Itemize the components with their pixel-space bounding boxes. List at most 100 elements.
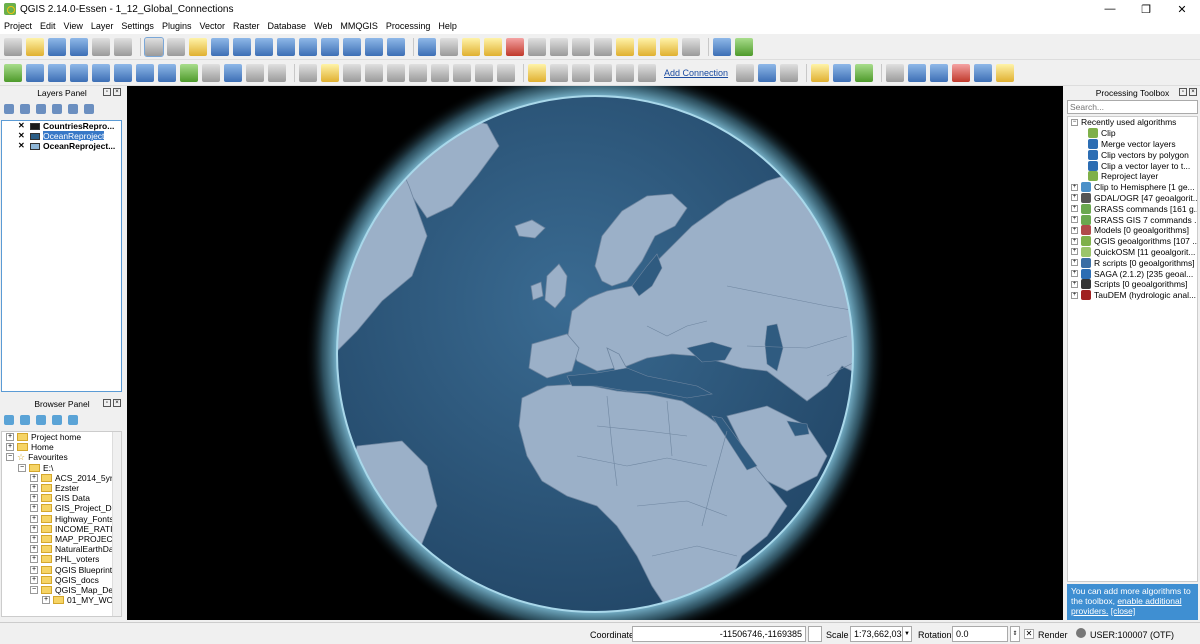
browser-item[interactable]: + ACS_2014_5yr <box>2 473 121 483</box>
gps-icon[interactable] <box>758 63 777 82</box>
expand-icon[interactable]: + <box>30 494 38 503</box>
browser-item[interactable]: + Ezster <box>2 483 121 493</box>
layer-row[interactable]: ✕ CountriesRepro... <box>2 121 121 131</box>
new-bookmark-icon[interactable] <box>638 37 656 56</box>
add-connection-link[interactable]: Add Connection <box>664 68 728 78</box>
expand-icon[interactable]: + <box>30 473 38 482</box>
add-wfs-layer-icon[interactable] <box>180 63 198 82</box>
filter-browser-icon[interactable] <box>36 415 46 425</box>
menu-edit[interactable]: Edit <box>40 21 56 31</box>
layer-visibility-checkbox[interactable]: ✕ <box>18 132 26 140</box>
close-info-link[interactable]: [close] <box>1111 606 1136 616</box>
browser-item[interactable]: + GIS Data <box>2 493 121 503</box>
provider-item[interactable]: + QGIS geoalgorithms [107 ... <box>1068 236 1197 247</box>
provider-item[interactable]: + GRASS GIS 7 commands ... <box>1068 214 1197 225</box>
refresh-browser-icon[interactable] <box>20 415 30 425</box>
flag-icon[interactable] <box>930 63 949 82</box>
coordinate-toggle-icon[interactable] <box>808 626 822 642</box>
provider-item[interactable]: + R scripts [0 geoalgorithms] <box>1068 257 1197 268</box>
browser-item[interactable]: + GIS_Project_Do <box>2 503 121 513</box>
python-console-icon[interactable] <box>811 63 830 82</box>
provider-item[interactable]: + Clip to Hemisphere [1 ge... <box>1068 182 1197 193</box>
browser-item[interactable]: + QGIS Blueprints <box>2 564 121 575</box>
cut-features-icon[interactable] <box>453 63 471 82</box>
export-icon[interactable] <box>974 63 993 82</box>
browser-item[interactable]: + Highway_Fonts <box>2 514 121 524</box>
collapse-browser-icon[interactable] <box>52 415 62 425</box>
menu-database[interactable]: Database <box>268 21 307 31</box>
zoom-native-icon[interactable] <box>255 37 273 56</box>
expand-icon[interactable]: + <box>1071 270 1078 278</box>
algorithm-item[interactable]: Clip <box>1068 128 1197 139</box>
float-panel-icon[interactable]: ▫ <box>103 399 111 407</box>
menu-processing[interactable]: Processing <box>386 21 431 31</box>
menu-mmqgis[interactable]: MMQGIS <box>340 21 378 31</box>
statistics-sigma-icon[interactable] <box>572 37 590 56</box>
add-raster-layer-icon[interactable] <box>26 63 44 82</box>
expand-icon[interactable]: + <box>1071 226 1078 234</box>
close-panel-icon[interactable]: × <box>113 399 121 407</box>
menu-vector[interactable]: Vector <box>199 21 225 31</box>
expand-icon[interactable]: + <box>30 534 38 543</box>
provider-item[interactable]: + Scripts [0 geoalgorithms] <box>1068 279 1197 290</box>
layer-visibility-checkbox[interactable]: ✕ <box>18 142 26 150</box>
expand-icon[interactable]: + <box>30 575 38 584</box>
expand-icon[interactable]: + <box>30 545 38 554</box>
browser-item[interactable]: − E:\ <box>2 463 121 473</box>
move-feature-icon[interactable] <box>387 63 405 82</box>
collapse-icon[interactable]: − <box>18 463 26 472</box>
close-panel-icon[interactable]: × <box>113 88 121 96</box>
crs-status[interactable]: USER:100007 (OTF) <box>1090 630 1174 640</box>
algorithm-item[interactable]: Clip vectors by polygon <box>1068 149 1197 160</box>
new-print-composer-icon[interactable] <box>92 37 110 56</box>
algorithm-item[interactable]: Merge vector layers <box>1068 138 1197 150</box>
zoom-out-icon[interactable] <box>233 37 251 56</box>
provider-item[interactable]: − Recently used algorithms <box>1068 117 1197 128</box>
zoom-in-icon[interactable] <box>211 37 229 56</box>
composer-manager-icon[interactable] <box>114 37 132 56</box>
save-as-icon[interactable] <box>70 37 88 56</box>
minimize-button[interactable]: — <box>1092 0 1128 18</box>
action-icon[interactable] <box>440 37 458 56</box>
node-tool-icon[interactable] <box>409 63 427 82</box>
render-checkbox[interactable]: ✕ <box>1024 629 1034 639</box>
expand-icon[interactable]: + <box>1071 205 1078 213</box>
toggle-editing-pencil-icon[interactable] <box>321 63 339 82</box>
provider-item[interactable]: + QuickOSM [11 geoalgorit... <box>1068 246 1197 258</box>
new-shapefile-icon[interactable] <box>224 63 242 82</box>
label-tool-icon[interactable] <box>528 63 546 82</box>
menu-layer[interactable]: Layer <box>91 21 114 31</box>
menu-plugins[interactable]: Plugins <box>162 21 192 31</box>
collapse-icon[interactable]: − <box>30 585 38 594</box>
menu-settings[interactable]: Settings <box>121 21 154 31</box>
browser-item[interactable]: + QGIS_docs <box>2 575 121 585</box>
expand-icon[interactable]: + <box>30 484 38 493</box>
expand-icon[interactable]: + <box>1071 280 1078 288</box>
expand-all-icon[interactable] <box>68 104 78 114</box>
maximize-button[interactable]: ❐ <box>1128 0 1164 18</box>
map-canvas[interactable] <box>127 86 1063 620</box>
zoom-last-icon[interactable] <box>343 37 361 56</box>
browser-scrollbar[interactable] <box>112 432 121 616</box>
show-bookmarks-icon[interactable] <box>660 37 678 56</box>
deselect-icon[interactable] <box>506 37 524 56</box>
add-group-icon[interactable] <box>4 104 14 114</box>
expand-icon[interactable]: + <box>30 555 38 564</box>
text-annotation-icon[interactable] <box>682 37 700 56</box>
zoom-next-icon[interactable] <box>365 37 383 56</box>
layer-stack-icon[interactable] <box>855 63 874 82</box>
georeferencer-icon[interactable] <box>736 63 755 82</box>
expand-icon[interactable]: + <box>42 596 50 605</box>
network-analysis-icon[interactable] <box>908 63 927 82</box>
processing-toolbox-icon[interactable] <box>833 63 852 82</box>
browser-item[interactable]: + NaturalEarthDat <box>2 544 121 554</box>
layer-row[interactable]: ✕ OceanReproject <box>2 131 121 141</box>
expand-icon[interactable]: + <box>1071 259 1078 267</box>
add-wcs-layer-icon[interactable] <box>158 63 176 82</box>
add-spatialite-layer-icon[interactable] <box>70 63 88 82</box>
expand-icon[interactable]: + <box>1071 248 1078 256</box>
zoom-full-icon[interactable] <box>277 37 295 56</box>
browser-item[interactable]: +01_MY_WOR <box>2 595 121 605</box>
float-panel-icon[interactable]: ▫ <box>1179 88 1187 96</box>
touch-zoom-icon[interactable] <box>144 36 164 57</box>
